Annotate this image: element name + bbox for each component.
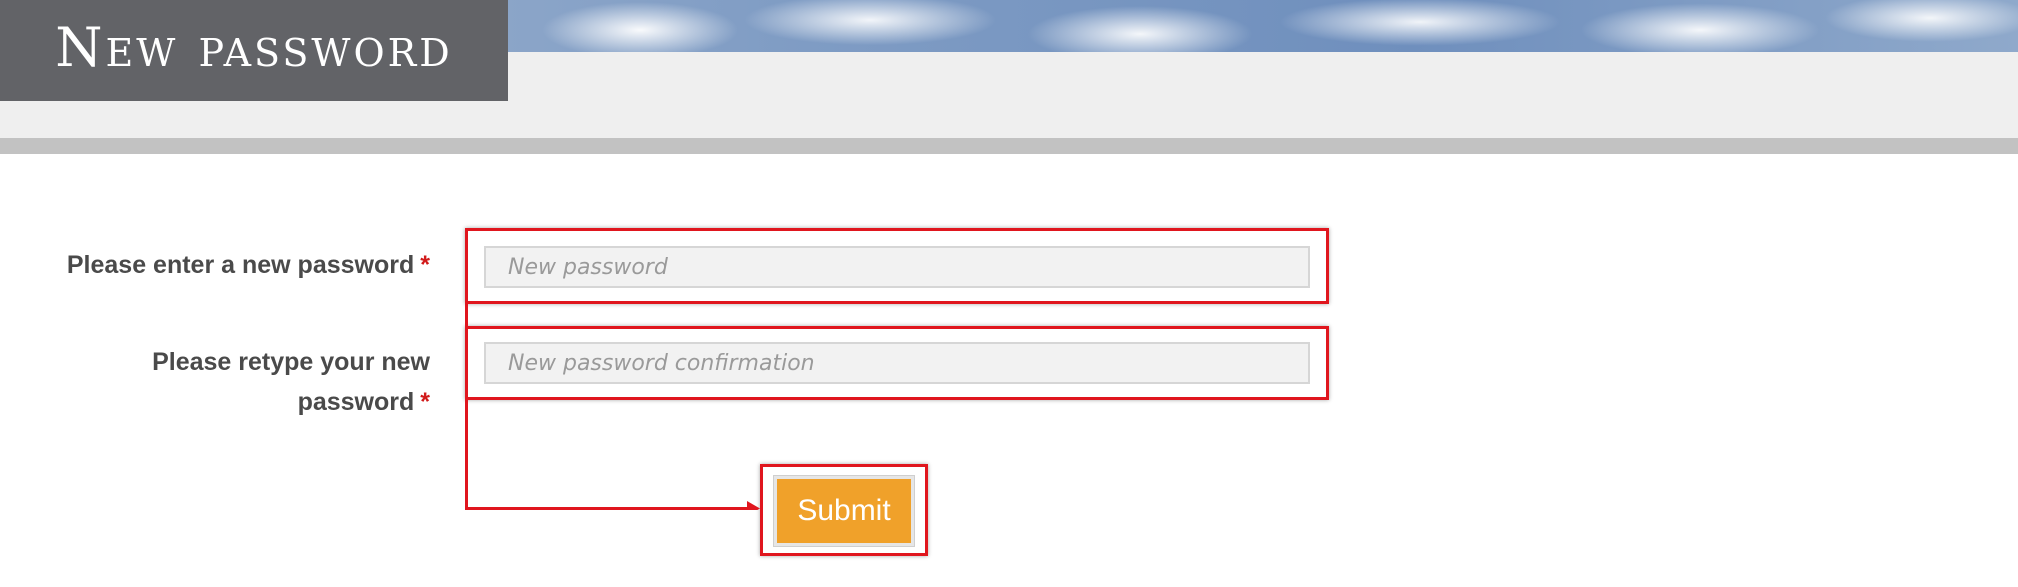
- confirm-password-label-line1: Please retype your new: [152, 348, 430, 376]
- new-password-label: Please enter a new password *: [20, 245, 430, 285]
- page-title: New password: [55, 16, 453, 79]
- header-divider: [0, 138, 2018, 154]
- page: New password Please enter a new password…: [0, 0, 2018, 587]
- required-marker: *: [420, 388, 430, 416]
- submit-button[interactable]: Submit: [774, 476, 914, 546]
- new-password-label-text: Please enter a new password: [66, 251, 415, 279]
- new-password-field[interactable]: [484, 246, 1310, 288]
- annotation-connector-arrow: [465, 300, 760, 510]
- required-marker: *: [420, 251, 430, 279]
- confirm-password-field[interactable]: [484, 342, 1310, 384]
- page-title-box: New password: [0, 0, 508, 101]
- confirm-password-label: Please retype your new password *: [60, 342, 430, 422]
- confirm-password-label-line2: password: [297, 388, 415, 416]
